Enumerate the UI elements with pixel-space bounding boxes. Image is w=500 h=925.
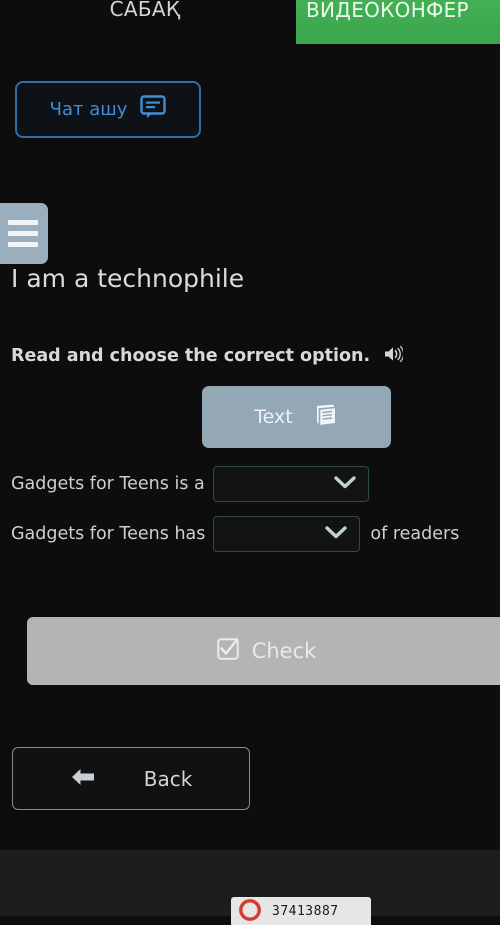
answer-select-1[interactable] <box>212 466 369 502</box>
exercise-lead-text: Gadgets for Teens has <box>11 524 206 544</box>
arrow-left-icon <box>70 767 96 791</box>
checkbox-checked-icon <box>216 638 239 664</box>
text-button[interactable]: Text <box>202 386 391 448</box>
text-button-label: Text <box>254 406 293 428</box>
badge-number: 37413887 <box>272 903 339 919</box>
hamburger-icon-bar <box>8 231 38 236</box>
open-chat-label: Чат ашу <box>49 99 128 120</box>
tab-lesson[interactable]: САБАҚ <box>60 0 230 26</box>
chat-icon <box>140 95 167 124</box>
speaker-icon[interactable] <box>384 345 405 367</box>
chevron-down-icon <box>325 525 348 544</box>
bottom-badge[interactable]: 37413887 <box>231 897 371 925</box>
back-button[interactable]: Back <box>12 747 250 810</box>
answer-select-2[interactable] <box>213 516 361 552</box>
app-page: САБАҚ ВИДЕОКОНФЕР Чат ашу I am a technop… <box>0 0 500 925</box>
exercise-trail-text: of readers <box>370 524 460 544</box>
book-icon <box>313 403 339 431</box>
top-tab-strip: САБАҚ ВИДЕОКОНФЕР <box>0 0 500 44</box>
check-button[interactable]: Check <box>27 617 500 685</box>
hamburger-icon-bar <box>8 220 38 225</box>
exercise-row: Gadgets for Teens is a <box>11 466 369 502</box>
tab-videoconference[interactable]: ВИДЕОКОНФЕР <box>296 0 500 44</box>
hamburger-menu-button[interactable] <box>0 203 48 264</box>
back-button-label: Back <box>143 766 193 791</box>
page-title: I am a technophile <box>11 264 245 293</box>
open-chat-button[interactable]: Чат ашу <box>15 81 201 138</box>
exercise-lead-text: Gadgets for Teens is a <box>11 474 205 494</box>
check-button-label: Check <box>251 639 317 663</box>
instruction-row: Read and choose the correct option. <box>11 345 405 367</box>
hamburger-icon-bar <box>8 242 38 247</box>
red-circle-icon <box>238 897 262 925</box>
exercise-row: Gadgets for Teens has of readers <box>11 516 459 552</box>
chevron-down-icon <box>334 475 356 494</box>
instruction-text: Read and choose the correct option. <box>11 346 371 366</box>
tab-videoconference-label: ВИДЕОКОНФЕР <box>306 0 469 22</box>
